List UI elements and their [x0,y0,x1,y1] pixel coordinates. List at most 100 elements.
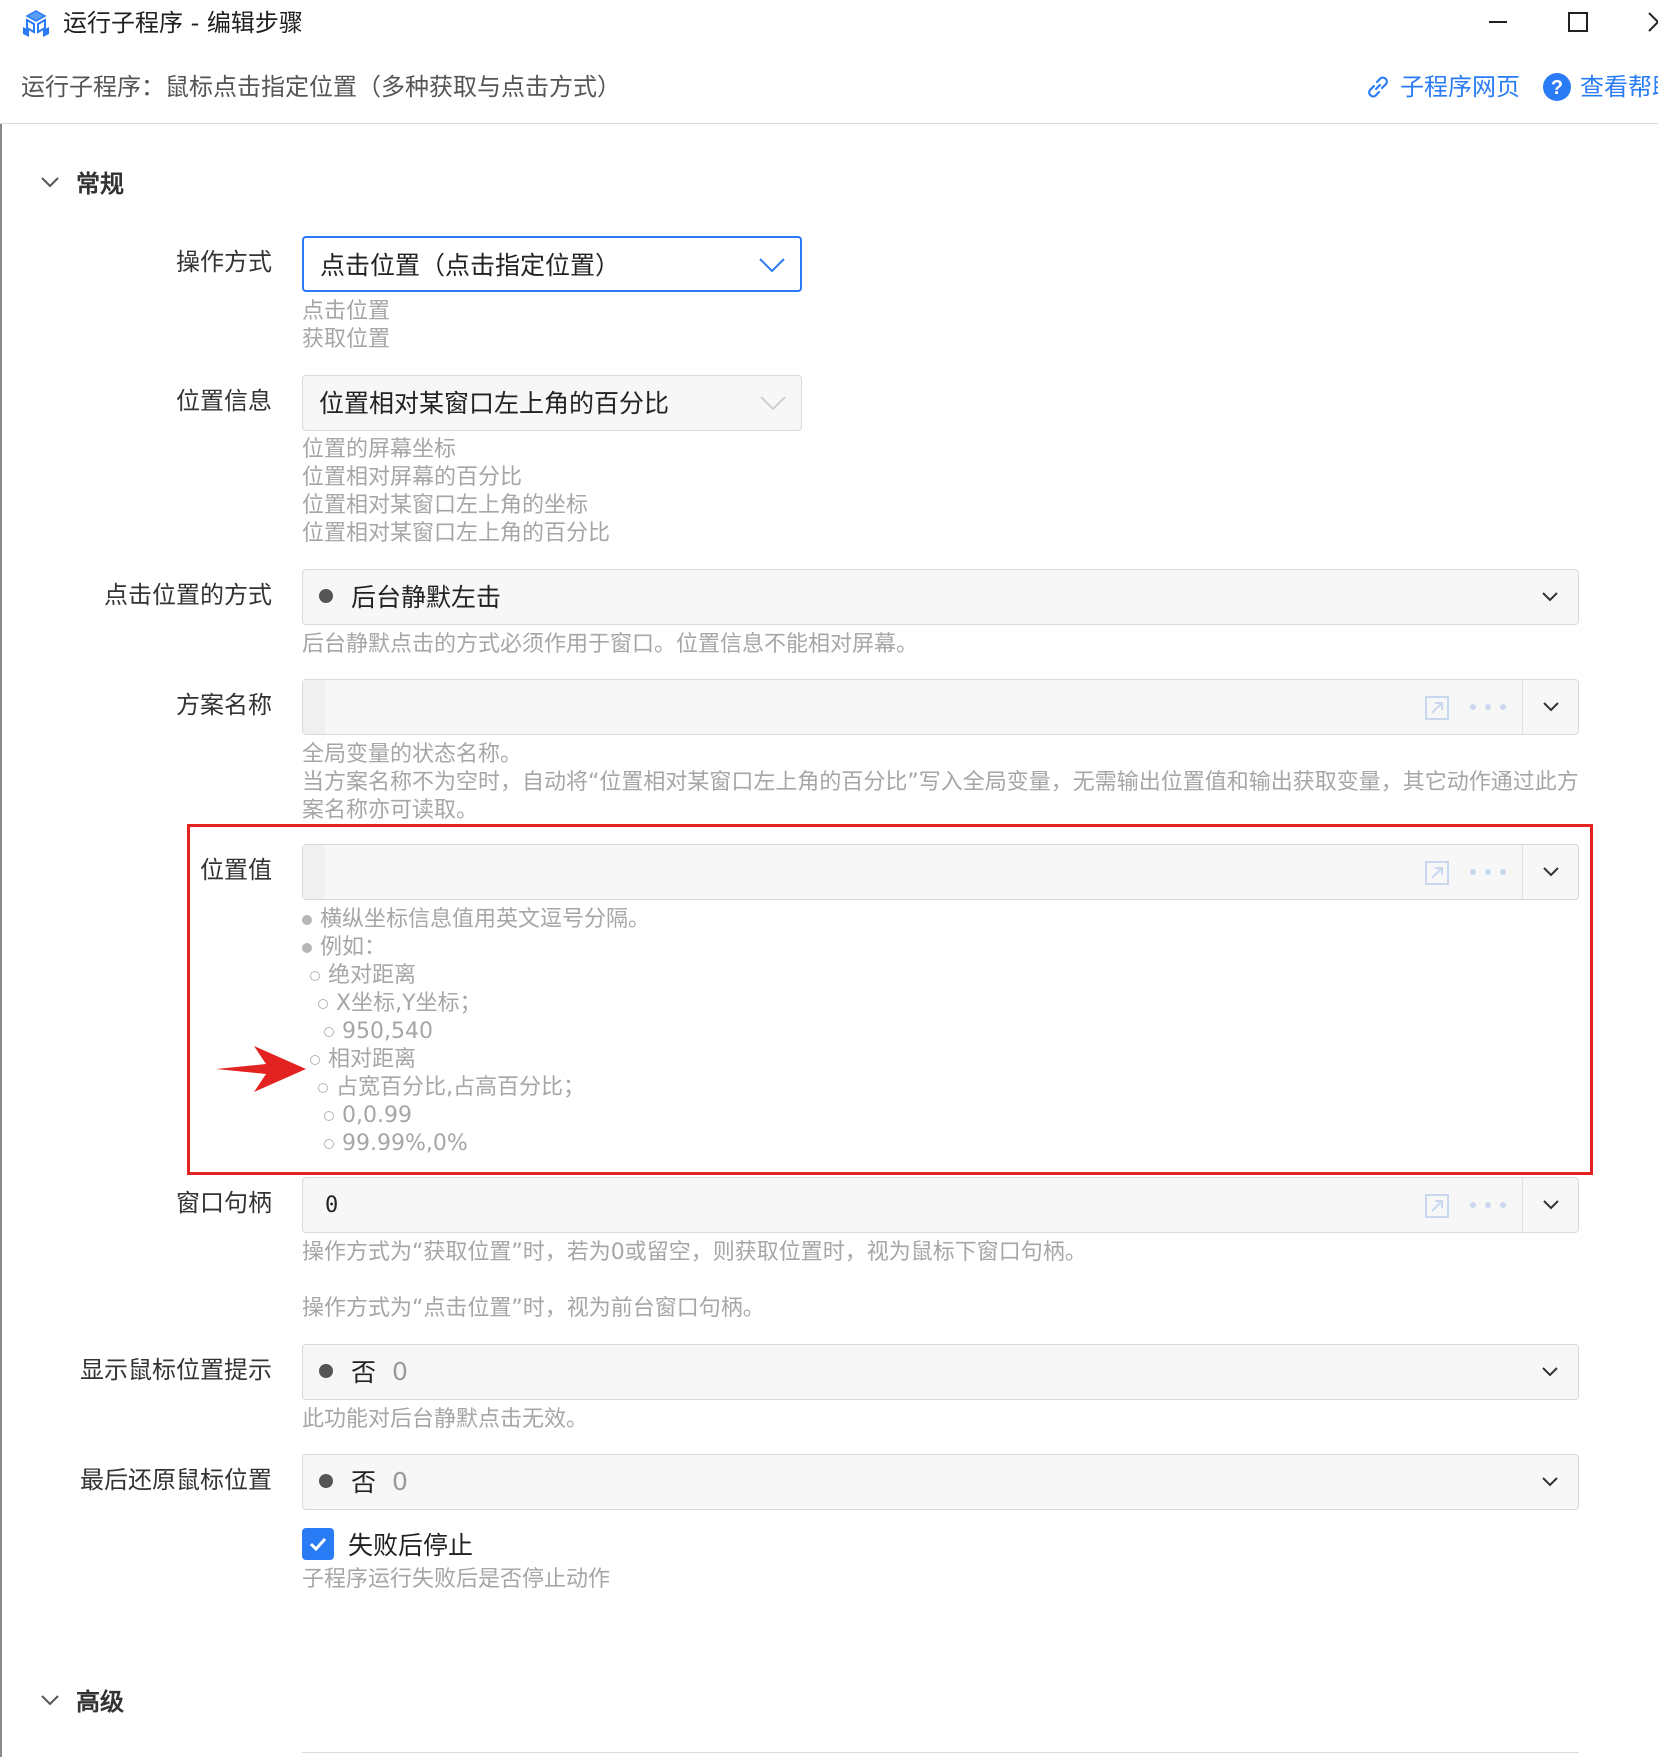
window-handle-input[interactable] [325,1178,1418,1232]
chevron-down-icon [1542,867,1559,877]
section-general-title: 常规 [76,170,124,198]
section-advanced-toggle[interactable]: 高级 [38,1682,124,1717]
hint-text: 0,0.99 [342,1103,412,1128]
chevron-down-icon [760,396,786,411]
hint-text: 例如： [320,935,387,960]
chevron-down-icon [41,176,59,187]
position-info-option: 位置的屏幕坐标 [302,437,457,462]
hint-bullet: 绝对距离 [302,962,650,990]
view-help-link[interactable]: ? 查看帮助 [1542,70,1658,104]
window-handle-hint: 操作方式为“点击位置”时，视为前台窗口句柄。 [302,1296,765,1321]
chevron-down-icon [1542,592,1558,602]
scheme-name-input[interactable] [303,680,1418,734]
subprogram-page-link[interactable]: 子程序网页 [1364,70,1520,104]
scheme-name-field[interactable] [302,679,1579,735]
chevron-down-icon [1542,702,1559,712]
chevron-down-icon [1542,1477,1558,1487]
show-mouse-hint-dropdown-button[interactable] [1522,1345,1578,1399]
show-mouse-hint-hint: 此功能对后台静默点击无效。 [302,1407,589,1432]
position-value-field[interactable] [302,844,1579,900]
click-method-select[interactable]: 后台静默左击 [302,569,1579,625]
restore-mouse-dropdown-button[interactable] [1522,1455,1578,1509]
scheme-name-dropdown-button[interactable] [1522,680,1578,734]
stop-on-fail-hint: 子程序运行失败后是否停止动作 [302,1567,611,1592]
restore-mouse-select[interactable]: 否 0 [302,1454,1579,1510]
hint-text: X坐标,Y坐标； [336,991,482,1016]
position-value-input[interactable] [303,845,1418,899]
advanced-field-edge [302,1752,1579,1757]
position-info-option: 位置相对某窗口左上角的坐标 [302,493,589,518]
show-mouse-hint-subvalue: 0 [392,1356,408,1386]
close-button[interactable] [1628,0,1658,44]
link-icon [1368,76,1388,98]
operation-option: 获取位置 [302,327,391,352]
status-dot [319,1474,333,1488]
window-handle-hint: 操作方式为“获取位置”时，若为0或留空，则获取位置时，视为鼠标下窗口句柄。 [302,1240,1087,1265]
hint-bullet: 例如： [302,934,650,962]
window-handle-label: 窗口句柄 [176,1189,272,1217]
operation-value: 点击位置（点击指定位置） [320,251,621,280]
position-value-hints: 横纵坐标信息值用英文逗号分隔。 例如： 绝对距离 X坐标,Y坐标； 950,54… [302,906,650,1158]
red-arrow-annotation [216,1046,306,1092]
hint-text: 绝对距离 [328,963,417,988]
status-dot [319,1364,333,1378]
stop-on-fail-label: 失败后停止 [348,1531,474,1560]
position-info-value: 位置相对某窗口左上角的百分比 [319,389,670,418]
position-info-select[interactable]: 位置相对某窗口左上角的百分比 [302,375,802,431]
window-handle-field[interactable] [302,1177,1579,1233]
stop-on-fail-checkbox[interactable]: 失败后停止 [302,1526,473,1562]
more-options-icon[interactable] [1470,859,1506,885]
click-method-value: 后台静默左击 [351,583,502,612]
hint-text: 950,540 [342,1019,433,1044]
panel-left-border [0,124,2,1757]
help-icon: ? [1543,73,1571,101]
chevron-down-icon [1542,1200,1559,1210]
hint-bullet: 99.99%,0% [302,1130,650,1158]
maximize-button[interactable] [1548,0,1608,44]
click-method-value-wrap: 后台静默左击 [319,570,501,622]
section-general-toggle[interactable]: 常规 [38,164,124,199]
show-mouse-hint-label: 显示鼠标位置提示 [80,1356,272,1384]
hint-bullet: 相对距离 [302,1046,650,1074]
more-options-icon[interactable] [1470,694,1506,720]
app-cube-icon [23,10,49,37]
position-info-dropdown-button[interactable] [745,376,801,430]
hint-bullet: 950,540 [302,1018,650,1046]
click-method-dropdown-button[interactable] [1522,570,1578,624]
hint-bullet: 横纵坐标信息值用英文逗号分隔。 [302,906,650,934]
expand-icon[interactable] [1424,1193,1450,1219]
click-method-label: 点击位置的方式 [104,581,272,609]
position-info-label: 位置信息 [176,387,272,415]
show-mouse-hint-value: 否 [351,1358,377,1387]
position-value-dropdown-button[interactable] [1522,845,1578,899]
hint-text: 横纵坐标信息值用英文逗号分隔。 [320,907,651,932]
expand-icon[interactable] [1424,860,1450,886]
operation-label: 操作方式 [176,248,272,276]
restore-mouse-value: 否 [351,1468,377,1497]
expand-icon[interactable] [1424,695,1450,721]
show-mouse-hint-value-wrap: 否 0 [319,1345,408,1397]
window-title: 运行子程序 - 编辑步骤 [63,9,303,37]
minimize-icon [1489,21,1507,23]
chevron-down-icon [1542,1367,1558,1377]
hint-text: 相对距离 [328,1047,417,1072]
restore-mouse-subvalue: 0 [392,1466,408,1496]
position-info-option: 位置相对屏幕的百分比 [302,465,523,490]
restore-mouse-label: 最后还原鼠标位置 [80,1466,272,1494]
click-method-hint: 后台静默点击的方式必须作用于窗口。位置信息不能相对屏幕。 [302,632,919,657]
status-dot [319,589,333,603]
step-title: 运行子程序：鼠标点击指定位置（多种获取与点击方式） [21,73,621,101]
show-mouse-hint-select[interactable]: 否 0 [302,1344,1579,1400]
checkbox-checked[interactable] [302,1528,334,1560]
operation-dropdown-button[interactable] [744,238,800,292]
chevron-down-icon [759,258,785,273]
restore-mouse-value-wrap: 否 0 [319,1455,408,1507]
minimize-button[interactable] [1468,0,1528,44]
scheme-name-hint-line: 当方案名称不为空时，自动将“位置相对某窗口左上角的百分比”写入全局变量，无需输出… [302,770,1579,823]
more-options-icon[interactable] [1470,1192,1506,1218]
window-handle-dropdown-button[interactable] [1522,1178,1578,1232]
scheme-name-hint: 全局变量的状态名称。 当方案名称不为空时，自动将“位置相对某窗口左上角的百分比”… [302,741,1582,825]
operation-select[interactable]: 点击位置（点击指定位置） [302,236,802,292]
hint-text: 99.99%,0% [342,1131,468,1156]
position-value-label: 位置值 [200,856,272,884]
